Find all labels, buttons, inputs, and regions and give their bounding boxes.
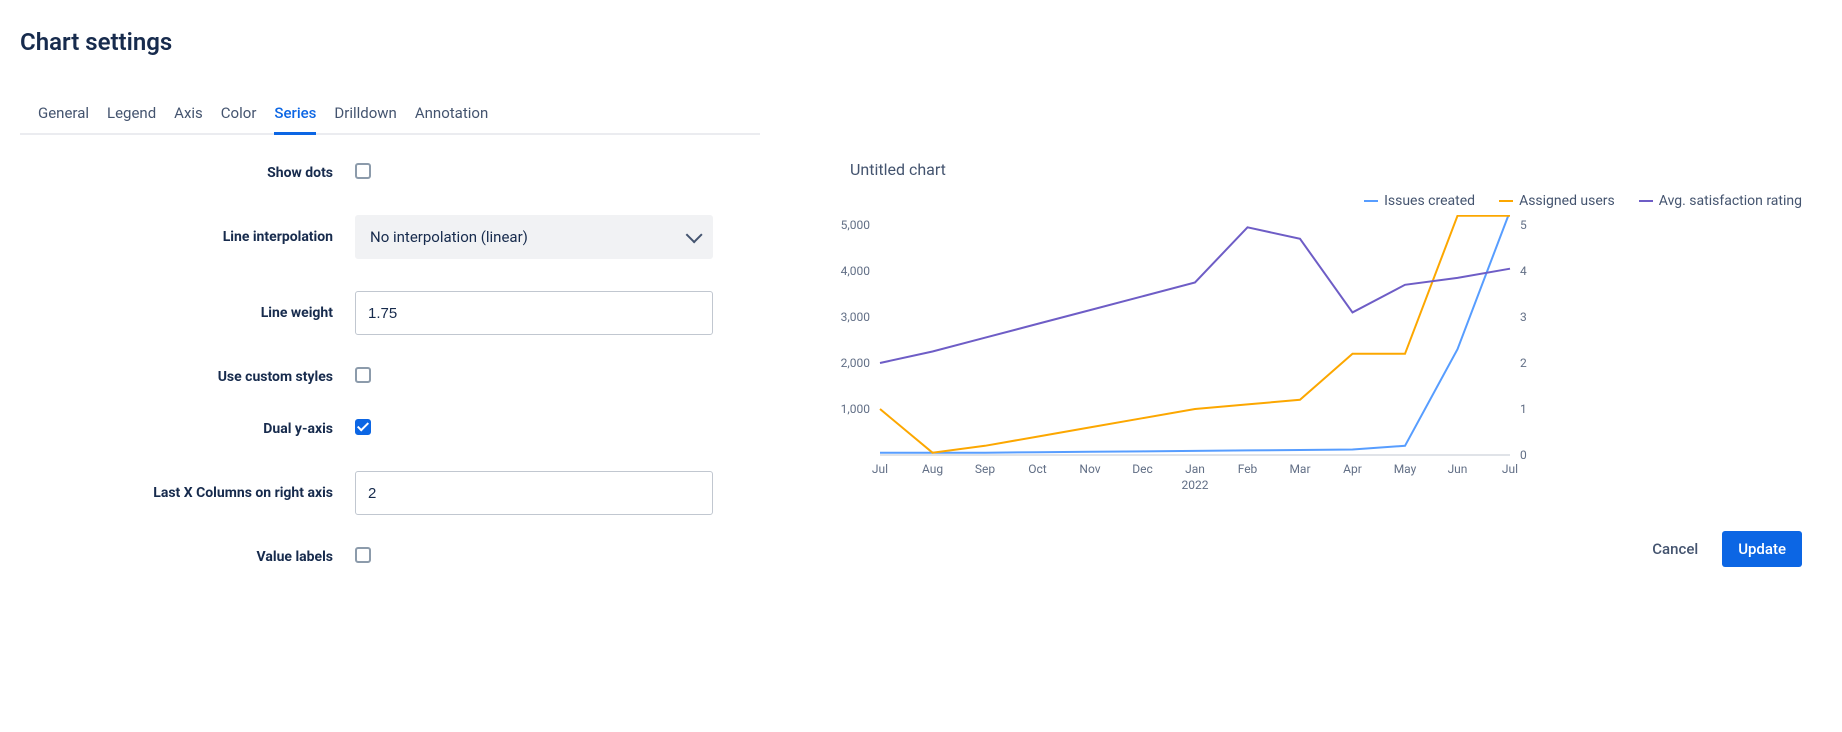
line-weight-label: Line weight <box>20 305 355 321</box>
legend-item[interactable]: Assigned users <box>1499 193 1615 209</box>
line-chart: 1,000 2,000 3,000 4,000 5,000 0 1 2 3 4 5 Jul Aug Sep… <box>820 215 1550 495</box>
legend-swatch <box>1364 200 1378 202</box>
line-interpolation-value: No interpolation (linear) <box>370 228 528 246</box>
dual-y-axis-label: Dual y-axis <box>20 421 355 437</box>
legend-swatch <box>1639 200 1653 202</box>
svg-text:3: 3 <box>1520 310 1527 324</box>
series-form: Show dots Line interpolation No interpol… <box>20 163 760 567</box>
svg-text:3,000: 3,000 <box>841 310 871 324</box>
legend-item[interactable]: Avg. satisfaction rating <box>1639 193 1802 209</box>
svg-text:Jul: Jul <box>872 462 888 476</box>
use-custom-styles-label: Use custom styles <box>20 369 355 385</box>
last-x-columns-label: Last X Columns on right axis <box>20 485 355 501</box>
tab-series[interactable]: Series <box>274 98 316 135</box>
tab-annotation[interactable]: Annotation <box>415 98 488 135</box>
value-labels-checkbox[interactable] <box>355 547 371 563</box>
svg-text:May: May <box>1394 462 1417 476</box>
svg-text:2022: 2022 <box>1182 478 1209 492</box>
chart-title: Untitled chart <box>820 160 1822 179</box>
chevron-down-icon <box>686 226 703 243</box>
tab-axis[interactable]: Axis <box>174 98 203 135</box>
svg-text:5: 5 <box>1520 218 1527 232</box>
use-custom-styles-checkbox[interactable] <box>355 367 371 383</box>
svg-text:Apr: Apr <box>1343 462 1362 476</box>
svg-text:4,000: 4,000 <box>841 264 871 278</box>
dual-y-axis-checkbox[interactable] <box>355 419 371 435</box>
svg-text:Aug: Aug <box>922 462 943 476</box>
show-dots-label: Show dots <box>20 165 355 181</box>
svg-text:Feb: Feb <box>1238 462 1258 476</box>
svg-text:1,000: 1,000 <box>841 402 871 416</box>
tab-legend[interactable]: Legend <box>107 98 156 135</box>
svg-text:Dec: Dec <box>1132 462 1153 476</box>
cancel-button[interactable]: Cancel <box>1636 531 1714 567</box>
svg-text:0: 0 <box>1520 448 1527 462</box>
svg-text:Jul: Jul <box>1502 462 1518 476</box>
legend-item[interactable]: Issues created <box>1364 193 1475 209</box>
value-labels-label: Value labels <box>20 549 355 565</box>
svg-text:2,000: 2,000 <box>841 356 871 370</box>
tab-general[interactable]: General <box>38 98 89 135</box>
legend-label: Avg. satisfaction rating <box>1659 193 1802 209</box>
chart-legend: Issues created Assigned users Avg. satisfa… <box>820 193 1822 209</box>
line-interpolation-select[interactable]: No interpolation (linear) <box>355 215 713 259</box>
tab-color[interactable]: Color <box>221 98 257 135</box>
svg-text:2: 2 <box>1520 356 1527 370</box>
line-weight-input[interactable] <box>355 291 713 335</box>
svg-text:5,000: 5,000 <box>841 218 871 232</box>
tab-drilldown[interactable]: Drilldown <box>334 98 396 135</box>
page-title: Chart settings <box>20 28 760 56</box>
svg-text:Sep: Sep <box>975 462 995 476</box>
update-button[interactable]: Update <box>1722 531 1802 567</box>
last-x-columns-input[interactable] <box>355 471 713 515</box>
legend-label: Assigned users <box>1519 193 1615 209</box>
svg-text:4: 4 <box>1520 264 1527 278</box>
line-interpolation-label: Line interpolation <box>20 229 355 245</box>
svg-text:Nov: Nov <box>1079 462 1100 476</box>
svg-text:Jan: Jan <box>1185 462 1205 476</box>
svg-text:1: 1 <box>1520 402 1527 416</box>
svg-text:Oct: Oct <box>1028 462 1047 476</box>
svg-text:Mar: Mar <box>1289 462 1310 476</box>
legend-label: Issues created <box>1384 193 1475 209</box>
svg-text:Jun: Jun <box>1448 462 1468 476</box>
legend-swatch <box>1499 200 1513 202</box>
tabs: General Legend Axis Color Series Drilldown Ann… <box>20 96 760 135</box>
show-dots-checkbox[interactable] <box>355 163 371 179</box>
